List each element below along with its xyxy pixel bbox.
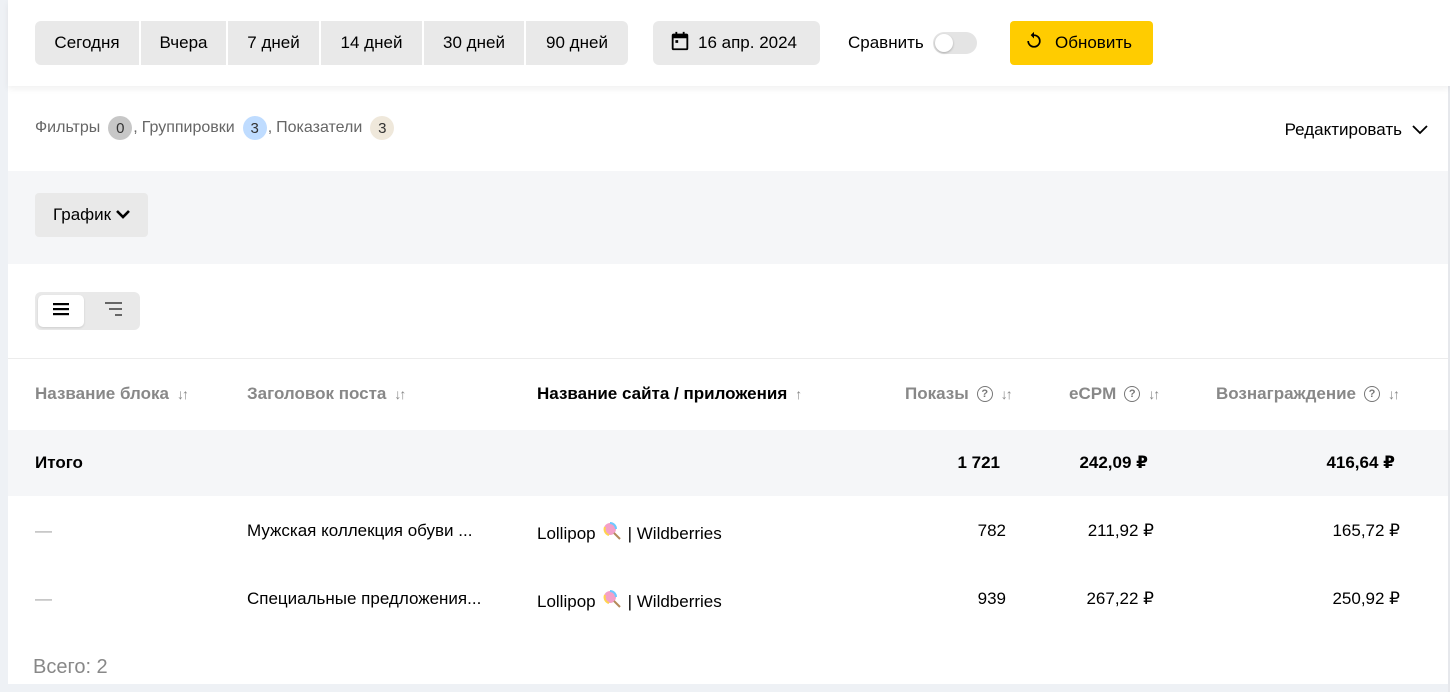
row-2-reward: 250,92 ₽ [1332, 589, 1400, 608]
row-2-shows: 939 [977, 589, 1006, 608]
page-bottom-strip [0, 684, 1450, 692]
refresh-label: Обновить [1055, 33, 1132, 52]
row-2-block-name: — [35, 589, 52, 608]
site-name-suffix: | Wildberries [627, 591, 722, 611]
total-label: Итого [35, 453, 83, 472]
tree-view-icon [104, 301, 124, 322]
total-shows: 1 721 [957, 453, 1000, 472]
period-toolbar: Сегодня Вчера 7 дней 14 дней 30 дней 90 … [8, 0, 1450, 86]
calendar-icon [669, 30, 691, 57]
row-2-ecpm: 267,22 ₽ [1086, 589, 1154, 608]
period-90-days-button[interactable]: 90 дней [526, 21, 628, 65]
column-header-label: Название сайта / приложения [537, 384, 788, 403]
compare-toggle[interactable] [932, 32, 977, 54]
period-selector: Сегодня Вчера 7 дней 14 дней 30 дней 90 … [35, 21, 628, 65]
row-1-site-name[interactable]: Lollipop | Wildberries [537, 521, 722, 546]
column-header-shows[interactable]: Показы ? ↓↑ [905, 384, 1013, 404]
report-settings-summary[interactable]: Фильтры 0 , Группировки 3 , Показатели 3 [35, 116, 395, 140]
site-name-suffix: | Wildberries [627, 523, 722, 543]
total-ecpm: 242,09 ₽ [1079, 453, 1148, 472]
metrics-label: Показатели [276, 119, 363, 136]
chevron-down-icon [1412, 120, 1428, 140]
period-today-button[interactable]: Сегодня [35, 21, 141, 65]
column-header-site-name[interactable]: Название сайта / приложения ↑ [537, 384, 802, 404]
list-view-button[interactable] [38, 295, 84, 327]
row-1-block-name: — [35, 521, 52, 540]
chart-panel: График [8, 171, 1450, 264]
column-header-label: Название блока [35, 384, 169, 403]
column-header-post-title[interactable]: Заголовок поста ↓↑ [247, 384, 406, 404]
site-name-prefix: Lollipop [537, 591, 596, 611]
lollipop-icon [602, 521, 622, 546]
view-mode-switch [35, 292, 140, 330]
refresh-button[interactable]: Обновить [1010, 21, 1153, 65]
lollipop-icon [602, 589, 622, 614]
separator-comma: , [267, 119, 273, 136]
date-label: 16 апр. 2024 [698, 33, 798, 52]
sort-icon: ↓↑ [1388, 386, 1400, 402]
row-1-reward: 165,72 ₽ [1332, 521, 1400, 540]
refresh-icon [1024, 31, 1044, 56]
total-row [8, 430, 1450, 496]
tree-view-button[interactable] [91, 295, 137, 327]
separator-comma: , [133, 119, 138, 136]
report-page: Сегодня Вчера 7 дней 14 дней 30 дней 90 … [8, 0, 1450, 684]
column-header-block-name[interactable]: Название блока ↓↑ [35, 384, 189, 404]
row-1-post-title[interactable]: Мужская коллекция обуви ... [247, 521, 472, 541]
period-yesterday-button[interactable]: Вчера [141, 21, 228, 65]
compare-control: Сравнить [848, 21, 977, 65]
sort-icon: ↓↑ [394, 386, 406, 402]
sort-icon: ↓↑ [1000, 386, 1013, 402]
row-2-post-title[interactable]: Специальные предложения... [247, 589, 481, 609]
help-icon[interactable]: ? [1364, 386, 1381, 402]
column-header-label: eCPM [1069, 384, 1117, 403]
row-1-ecpm: 211,92 ₽ [1087, 521, 1154, 540]
period-7-days-button[interactable]: 7 дней [228, 21, 321, 65]
period-30-days-button[interactable]: 30 дней [424, 21, 526, 65]
column-header-label: Заголовок поста [247, 384, 387, 403]
site-name-prefix: Lollipop [537, 523, 596, 543]
table-top-divider [8, 358, 1450, 359]
date-picker-button[interactable]: 16 апр. 2024 [653, 21, 820, 65]
row-1-shows: 782 [977, 521, 1006, 540]
edit-label: Редактировать [1284, 120, 1402, 139]
sort-icon: ↓↑ [1148, 386, 1160, 402]
chart-toggle-button[interactable]: График [35, 193, 148, 237]
sort-icon: ↓↑ [176, 386, 189, 402]
compare-toggle-knob [934, 34, 953, 52]
column-header-ecpm[interactable]: eCPM ? ↓↑ [1069, 384, 1160, 404]
period-14-days-button[interactable]: 14 дней [321, 21, 424, 65]
chart-button-label: График [53, 205, 112, 224]
total-count-label: Всего: 2 [33, 656, 108, 678]
row-2-site-name[interactable]: Lollipop | Wildberries [537, 589, 722, 614]
help-icon[interactable]: ? [976, 386, 993, 402]
column-header-reward[interactable]: Вознаграждение ? ↓↑ [1216, 384, 1400, 404]
column-header-label: Вознаграждение [1216, 384, 1357, 403]
edit-report-button[interactable]: Редактировать [1285, 120, 1428, 140]
list-icon [52, 302, 70, 321]
total-reward: 416,64 ₽ [1326, 453, 1395, 472]
metrics-count-badge: 3 [370, 116, 395, 140]
groupings-label: Группировки [141, 119, 235, 136]
compare-label: Сравнить [848, 33, 924, 52]
help-icon[interactable]: ? [1124, 386, 1141, 402]
filters-label: Фильтры [35, 119, 101, 136]
column-header-label: Показы [905, 384, 969, 403]
groupings-count-badge: 3 [242, 116, 267, 140]
filters-count-badge: 0 [108, 116, 133, 140]
chevron-down-icon [115, 205, 131, 225]
sort-ascending-icon: ↑ [795, 386, 802, 402]
